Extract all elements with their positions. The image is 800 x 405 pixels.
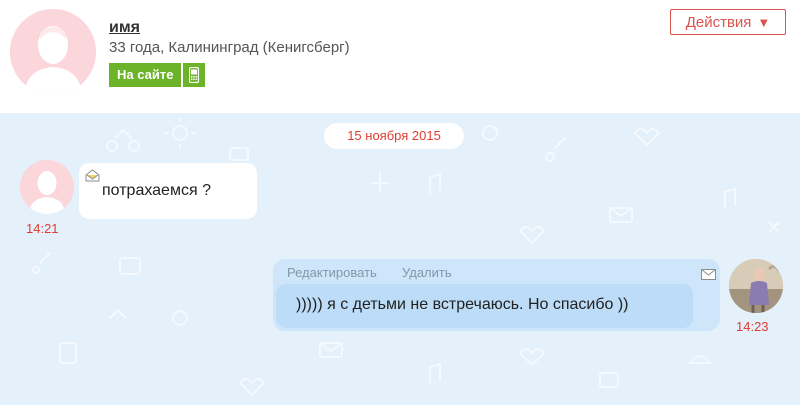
message-text: ))))) я с детьми не встречаюсь. Но спаси… xyxy=(296,296,629,313)
date-separator: 15 ноября 2015 xyxy=(324,123,464,149)
message-text: потрахаемся ? xyxy=(102,182,211,199)
actions-label: Действия xyxy=(685,13,752,31)
message-body: ))))) я с детьми не встречаюсь. Но спаси… xyxy=(276,284,693,328)
delete-message-link[interactable]: Удалить xyxy=(402,265,452,280)
edit-message-link[interactable]: Редактировать xyxy=(287,265,377,280)
envelope-open-icon xyxy=(85,169,100,187)
online-status-label: На сайте xyxy=(109,63,182,87)
chat-area[interactable]: 15 ноября 2015 14:21 потрахаемся ? Редак… xyxy=(0,113,800,405)
profile-header: имя 33 года, Калининград (Кенигсберг) На… xyxy=(0,0,800,114)
actions-dropdown-button[interactable]: Действия ▼ xyxy=(670,9,786,35)
online-status-badge: На сайте xyxy=(109,63,206,87)
default-avatar-icon xyxy=(20,160,74,214)
incoming-message-bubble: потрахаемся ? xyxy=(79,163,257,219)
profile-info: 33 года, Калининград (Кенигсберг) xyxy=(109,39,350,56)
mobile-phone-icon xyxy=(183,63,206,87)
profile-avatar[interactable] xyxy=(10,9,96,95)
outgoing-message-bubble: Редактировать Удалить ))))) я с детьми н… xyxy=(273,259,720,331)
chevron-down-icon: ▼ xyxy=(757,14,771,30)
sender-avatar[interactable] xyxy=(20,160,74,214)
envelope-icon xyxy=(701,267,716,285)
message-time: 14:21 xyxy=(26,221,59,236)
message-time: 14:23 xyxy=(736,319,769,334)
default-avatar-icon xyxy=(10,9,96,95)
user-photo xyxy=(729,259,783,313)
profile-name-link[interactable]: имя xyxy=(109,19,140,37)
my-avatar[interactable] xyxy=(729,259,783,313)
